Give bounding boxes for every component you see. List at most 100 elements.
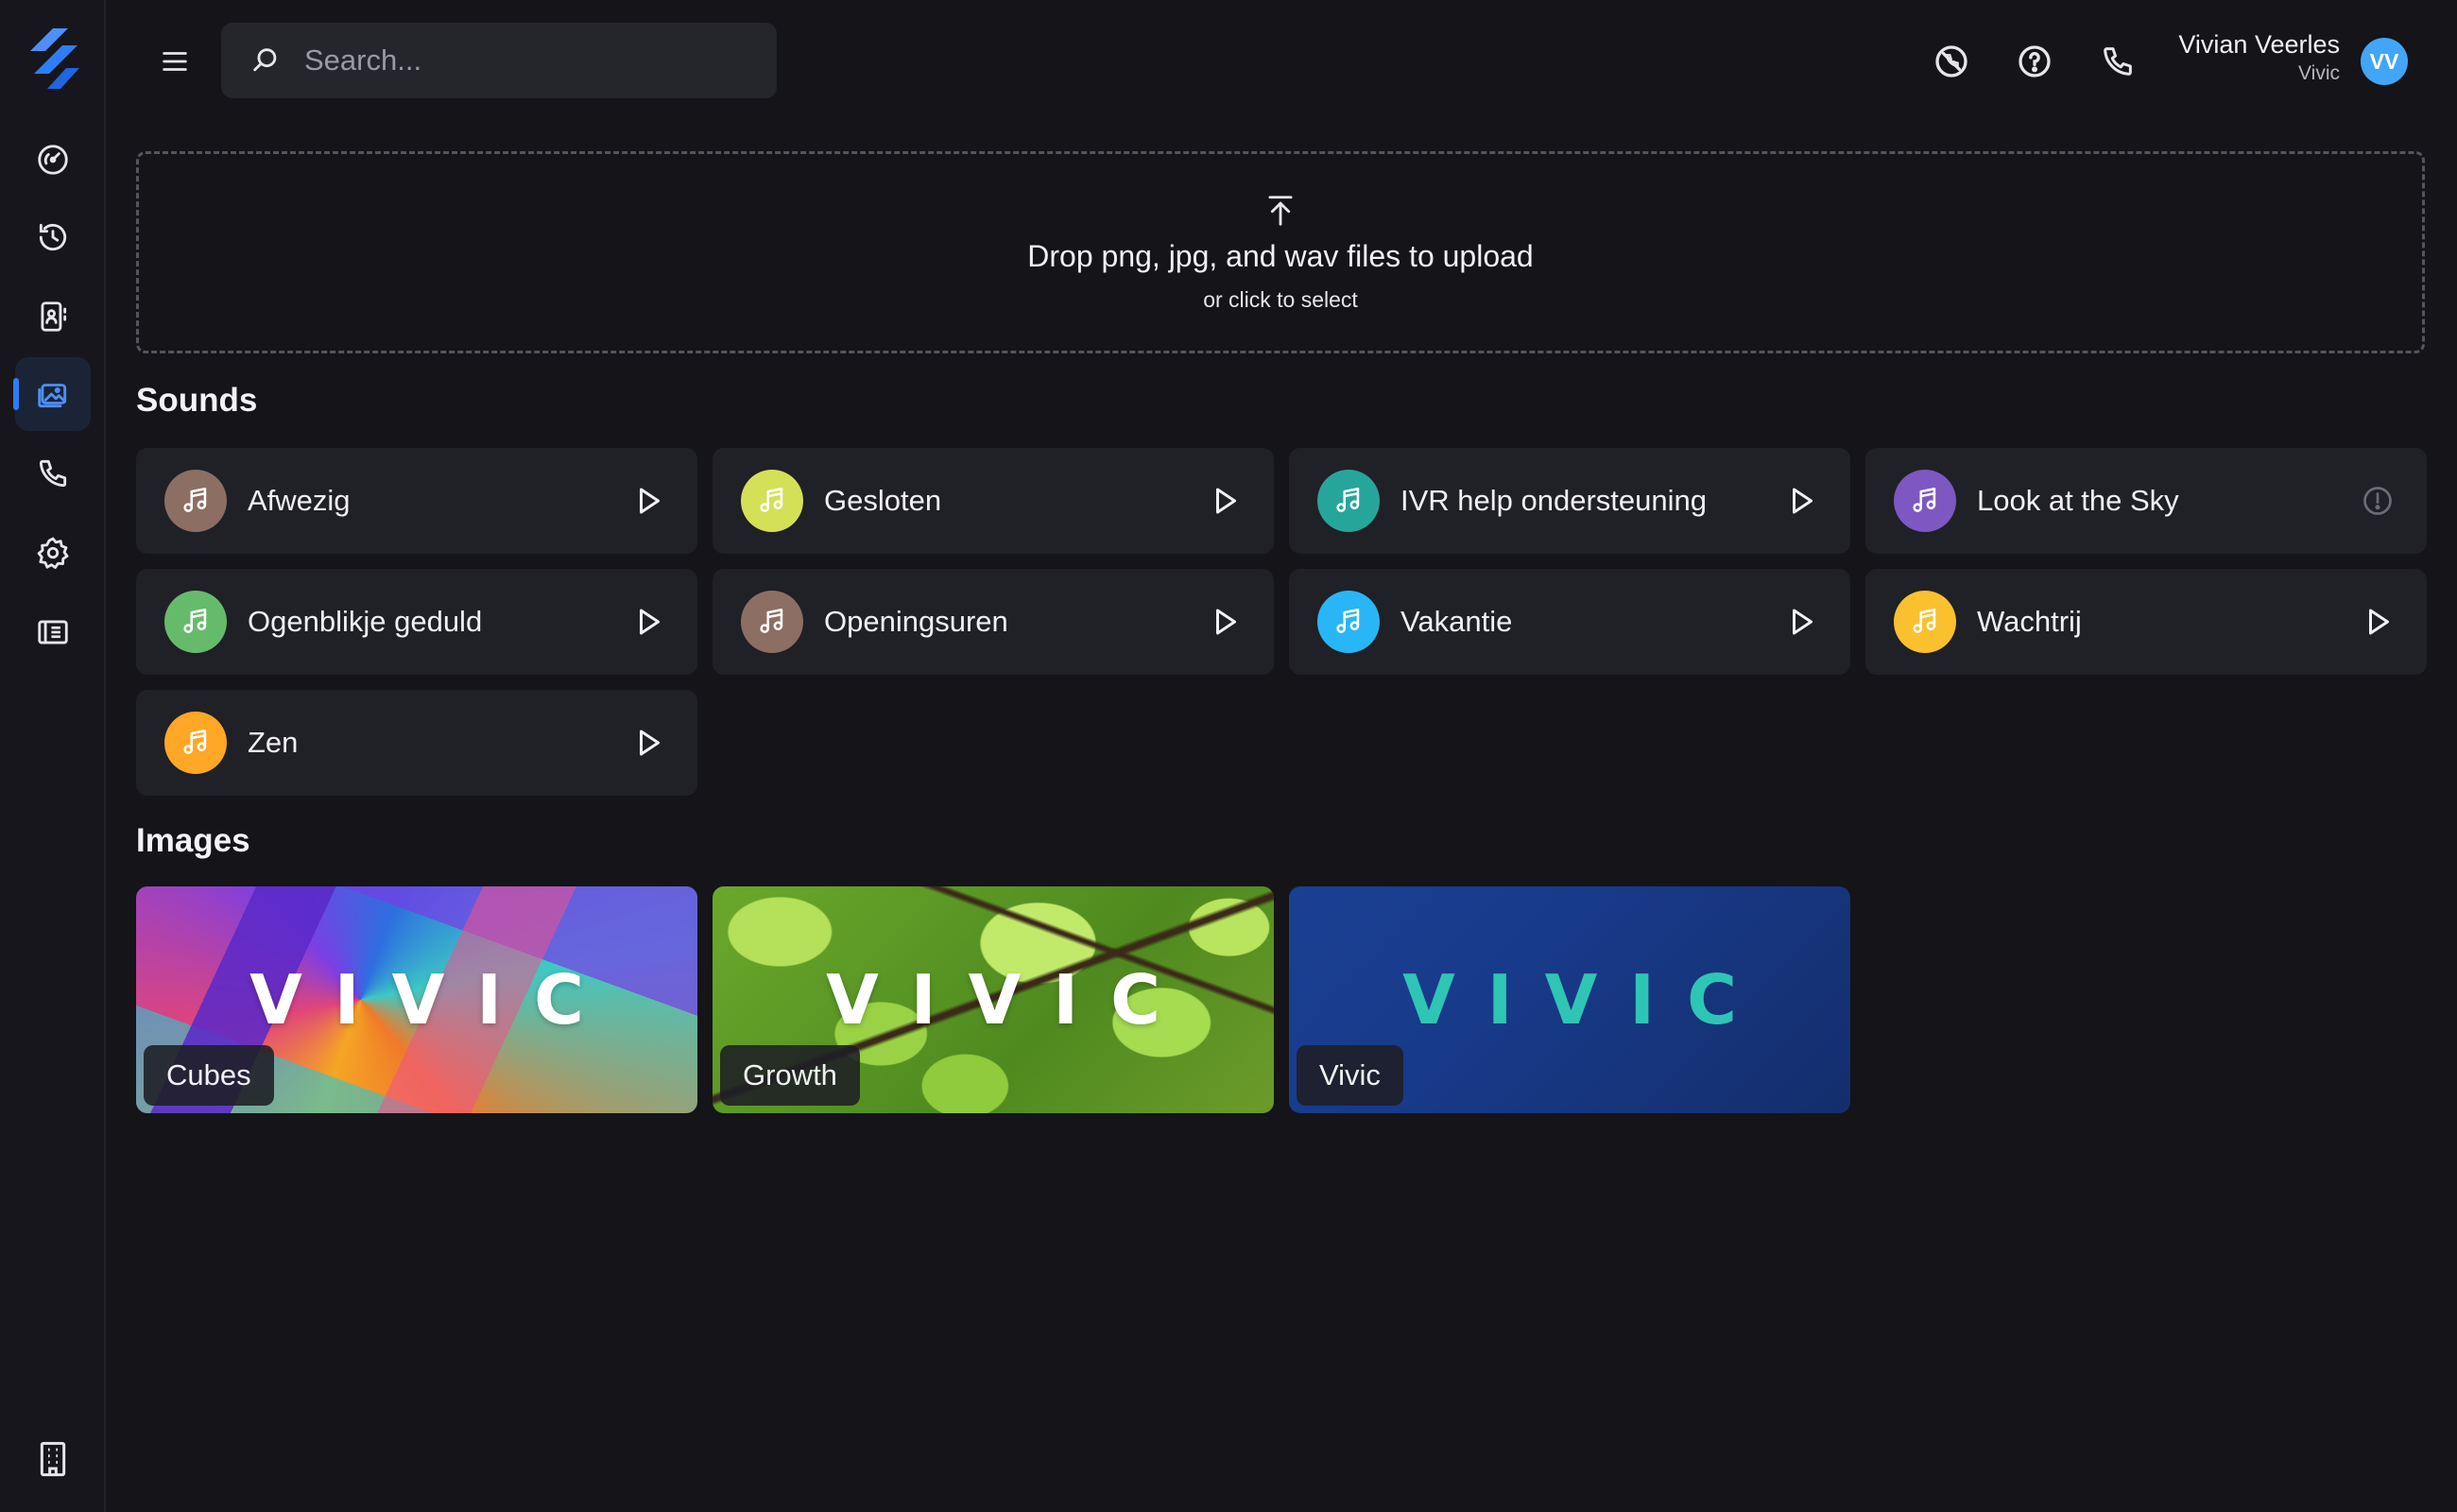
play-icon — [640, 609, 660, 635]
sound-play-button[interactable] — [1780, 480, 1822, 522]
sound-avatar — [741, 591, 803, 653]
sound-name: Ogenblikje geduld — [248, 605, 483, 638]
music-note-icon — [1336, 608, 1360, 633]
sound-play-button[interactable] — [627, 480, 669, 522]
sidebar-item-contacts[interactable] — [15, 280, 91, 353]
sound-name: Openingsuren — [824, 605, 1008, 638]
music-note-icon — [760, 608, 783, 633]
sounds-list: Afwezig Gesloten IVR help ondersteuning Loo… — [136, 448, 2427, 796]
play-icon — [1216, 609, 1236, 635]
user-name: Vivian Veerles — [2178, 30, 2340, 59]
sound-card[interactable]: Wachtrij — [1865, 569, 2427, 675]
sidebar — [0, 0, 106, 1512]
play-icon — [1216, 488, 1236, 514]
sound-avatar — [1894, 470, 1956, 532]
image-label: Cubes — [144, 1045, 274, 1106]
warning-icon — [2363, 487, 2392, 515]
music-note-icon — [760, 487, 783, 512]
images-list: VIVIC Cubes VIVIC Growth VIVIC Vivic — [136, 886, 1850, 1113]
search-input[interactable] — [304, 43, 758, 77]
sidebar-item-dashboard[interactable] — [15, 123, 91, 197]
sound-card[interactable]: Vakantie — [1289, 569, 1850, 675]
sound-play-button[interactable] — [627, 722, 669, 764]
sound-name: Afwezig — [248, 484, 351, 517]
sidebar-item-media[interactable] — [13, 357, 91, 431]
sound-name: Zen — [248, 726, 299, 759]
sound-play-button[interactable] — [2357, 601, 2398, 643]
sound-card[interactable]: Zen — [136, 690, 697, 796]
help-button[interactable] — [2009, 36, 2060, 87]
avatar[interactable]: VV — [2361, 38, 2408, 85]
no-disturb-icon — [1935, 45, 1967, 77]
upload-icon — [1268, 196, 1293, 226]
image-label: Vivic — [1297, 1045, 1403, 1106]
sounds-heading: Sounds — [136, 382, 258, 419]
contacts-icon — [41, 301, 67, 332]
image-wordmark: VIVIC — [249, 960, 616, 1040]
images-heading: Images — [136, 822, 250, 859]
play-icon — [1793, 609, 1813, 635]
dashboard-icon — [38, 145, 68, 175]
sound-play-button[interactable] — [1780, 601, 1822, 643]
sound-avatar — [164, 712, 227, 774]
menu-toggle-button[interactable] — [151, 38, 198, 85]
image-card-growth[interactable]: VIVIC Growth — [713, 886, 1274, 1113]
sound-play-button[interactable] — [1204, 601, 1246, 643]
play-icon — [640, 730, 660, 756]
sound-avatar — [164, 470, 227, 532]
do-not-disturb-button[interactable] — [1926, 36, 1977, 87]
sound-name: Vakantie — [1400, 605, 1513, 638]
image-card-vivic[interactable]: VIVIC Vivic — [1289, 886, 1850, 1113]
building-icon[interactable] — [34, 1440, 72, 1478]
sound-avatar — [1317, 591, 1380, 653]
phone-icon — [39, 459, 67, 488]
media-icon — [38, 384, 67, 408]
sound-card[interactable]: Gesloten — [713, 448, 1274, 554]
app-logo[interactable] — [25, 26, 81, 93]
music-note-icon — [183, 487, 207, 512]
sound-name: Wachtrij — [1977, 605, 2082, 638]
search-bar[interactable] — [221, 23, 777, 98]
sidebar-item-reports[interactable] — [15, 595, 91, 669]
music-note-icon — [1336, 487, 1360, 512]
music-note-icon — [1913, 487, 1936, 512]
sound-card[interactable]: IVR help ondersteuning — [1289, 448, 1850, 554]
dropzone-title: Drop png, jpg, and wav files to upload — [1027, 239, 1534, 273]
play-icon — [640, 488, 660, 514]
sound-play-button[interactable] — [627, 601, 669, 643]
sidebar-item-settings[interactable] — [15, 516, 91, 590]
music-note-icon — [183, 608, 207, 633]
sound-avatar — [164, 591, 227, 653]
sound-name: Gesloten — [824, 484, 942, 517]
upload-dropzone[interactable]: Drop png, jpg, and wav files to upload o… — [136, 151, 2425, 353]
sound-play-button[interactable] — [1204, 480, 1246, 522]
dropzone-subtitle: or click to select — [1203, 287, 1358, 312]
help-icon — [2019, 45, 2051, 77]
sound-card[interactable]: Openingsuren — [713, 569, 1274, 675]
sound-name: IVR help ondersteuning — [1400, 484, 1708, 517]
sound-warning-button[interactable] — [2357, 480, 2398, 522]
music-note-icon — [183, 729, 207, 754]
settings-icon — [37, 537, 69, 569]
call-button[interactable] — [2092, 36, 2143, 87]
sound-avatar — [1894, 591, 1956, 653]
hamburger-icon — [163, 52, 187, 71]
play-icon — [1793, 488, 1813, 514]
image-wordmark: VIVIC — [1402, 960, 1769, 1040]
sidebar-item-calls[interactable] — [15, 437, 91, 510]
app-root: Vivian Veerles Vivic VV Drop png, jpg, a… — [0, 0, 2457, 1512]
reports-icon — [38, 620, 68, 644]
user-company: Vivic — [2298, 62, 2340, 84]
sidebar-item-history[interactable] — [15, 200, 91, 274]
sound-avatar — [741, 470, 803, 532]
sound-card[interactable]: Ogenblikje geduld — [136, 569, 697, 675]
search-icon — [253, 48, 277, 72]
sound-card[interactable]: Afwezig — [136, 448, 697, 554]
phone-icon — [2104, 47, 2132, 76]
play-icon — [2369, 609, 2389, 635]
sound-avatar — [1317, 470, 1380, 532]
image-card-cubes[interactable]: VIVIC Cubes — [136, 886, 697, 1113]
sound-card[interactable]: Look at the Sky — [1865, 448, 2427, 554]
music-note-icon — [1913, 608, 1936, 633]
image-label: Growth — [720, 1045, 860, 1106]
